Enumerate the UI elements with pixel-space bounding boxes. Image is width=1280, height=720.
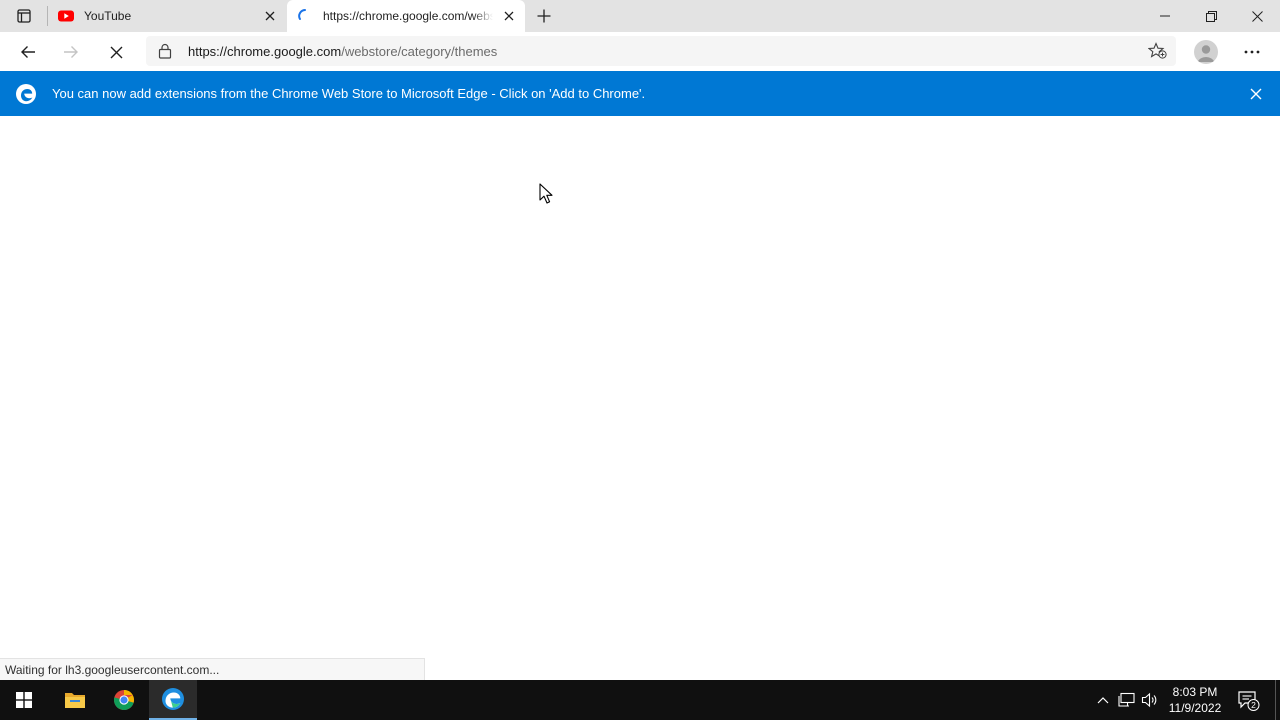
forward-button[interactable] — [55, 36, 87, 68]
start-button[interactable] — [0, 680, 48, 720]
back-arrow-icon — [21, 46, 35, 58]
tab-webstore[interactable]: https://chrome.google.com/webstore/categ… — [287, 0, 525, 32]
taskbar-clock[interactable]: 8:03 PM 11/9/2022 — [1162, 684, 1228, 716]
forward-arrow-icon — [64, 46, 78, 58]
stop-icon — [110, 46, 122, 58]
close-window-button[interactable] — [1234, 0, 1280, 32]
restore-icon — [1205, 10, 1217, 22]
tab-strip: YouTube https://chrome.google.com/websto… — [0, 0, 1280, 32]
plus-icon — [537, 9, 551, 23]
notification-count: 2 — [1251, 700, 1256, 710]
more-horizontal-icon — [1244, 50, 1260, 54]
user-icon — [1197, 45, 1215, 62]
show-desktop-button[interactable] — [1275, 680, 1276, 720]
edge-icon — [162, 688, 184, 710]
chrome-icon — [113, 690, 135, 711]
clock-date: 11/9/2022 — [1168, 701, 1222, 715]
minimize-button[interactable] — [1142, 0, 1188, 32]
close-icon — [1251, 10, 1263, 22]
address-bar[interactable]: https://chrome.google.com/webstore/categ… — [146, 36, 1176, 66]
status-bar: Waiting for lh3.googleusercontent.com... — [0, 658, 425, 680]
tab-close-button[interactable] — [262, 8, 278, 24]
windows-logo-icon — [16, 692, 32, 708]
add-favorite-icon[interactable] — [1148, 42, 1168, 60]
show-hidden-icons-button[interactable] — [1093, 690, 1113, 710]
loading-icon — [298, 9, 306, 20]
tab-close-button[interactable] — [501, 8, 517, 24]
tab-title: YouTube — [84, 9, 132, 23]
close-icon — [504, 11, 514, 21]
youtube-icon — [58, 10, 74, 22]
stop-loading-button[interactable] — [100, 36, 132, 68]
tab-actions-icon — [17, 9, 31, 23]
settings-menu-button[interactable] — [1236, 36, 1268, 68]
url-text[interactable]: https://chrome.google.com/webstore/categ… — [188, 44, 497, 59]
edge-logo-icon — [16, 84, 36, 104]
minimize-icon — [1160, 15, 1170, 17]
taskbar-edge[interactable] — [149, 680, 197, 720]
network-button[interactable] — [1117, 690, 1137, 710]
new-tab-button[interactable] — [532, 4, 556, 28]
network-icon — [1118, 692, 1135, 707]
url-path: /webstore/category/themes — [341, 44, 498, 59]
clock-time: 8:03 PM — [1172, 685, 1218, 699]
tab-title: https://chrome.google.com/webstore/categ… — [323, 9, 493, 23]
notification-icon: 2 — [1238, 691, 1260, 711]
close-icon — [1250, 88, 1262, 100]
taskbar-chrome[interactable] — [100, 680, 148, 720]
folder-icon — [65, 693, 85, 708]
back-button[interactable] — [12, 36, 44, 68]
lock-icon[interactable] — [158, 43, 172, 59]
info-bar-message: You can now add extensions from the Chro… — [52, 86, 646, 101]
restore-button[interactable] — [1188, 0, 1234, 32]
page-content — [0, 116, 1280, 680]
close-icon — [265, 11, 275, 21]
tab-youtube[interactable]: YouTube — [48, 0, 286, 32]
profile-avatar[interactable] — [1194, 40, 1218, 64]
volume-icon — [1141, 692, 1157, 708]
action-center-button[interactable]: 2 — [1236, 688, 1260, 712]
taskbar: 8:03 PM 11/9/2022 2 — [0, 680, 1280, 720]
mouse-cursor-icon — [539, 183, 553, 204]
tab-actions-button[interactable] — [8, 4, 40, 28]
volume-button[interactable] — [1140, 690, 1160, 710]
url-host: https://chrome.google.com — [188, 44, 342, 59]
webstore-info-bar: You can now add extensions from the Chro… — [0, 71, 1280, 116]
taskbar-file-explorer[interactable] — [51, 680, 99, 720]
info-bar-close-button[interactable] — [1246, 84, 1266, 104]
browser-toolbar: https://chrome.google.com/webstore/categ… — [0, 32, 1280, 71]
chevron-up-icon — [1097, 697, 1109, 704]
